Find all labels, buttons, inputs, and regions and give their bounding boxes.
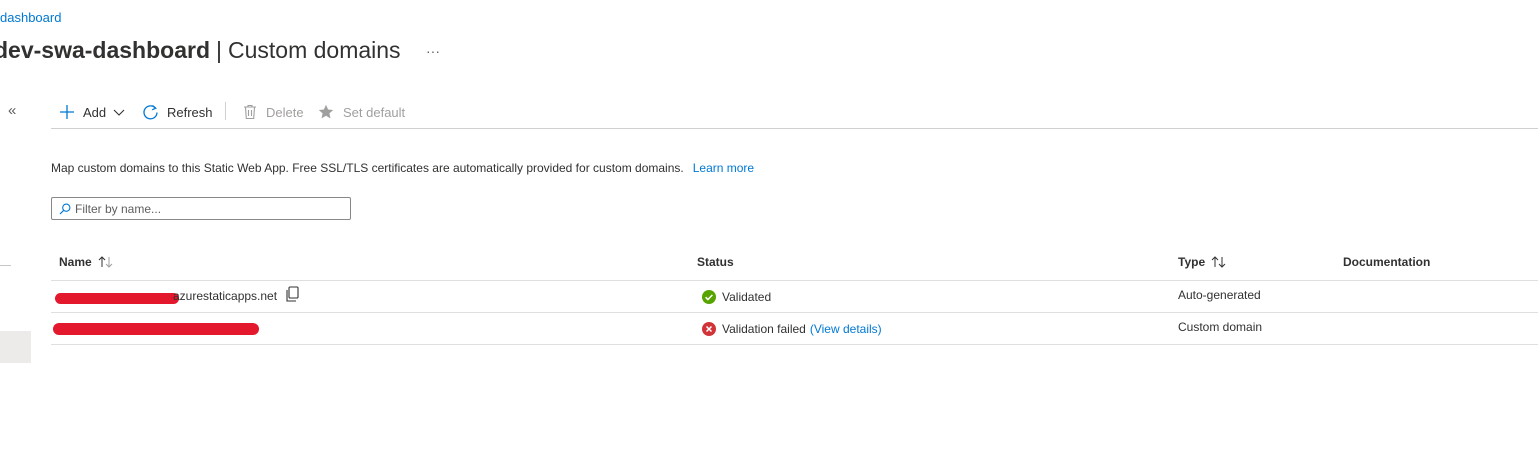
refresh-icon bbox=[142, 104, 159, 121]
sidebar-item-selected[interactable] bbox=[0, 331, 31, 363]
resource-name: dev-swa-dashboard bbox=[0, 37, 210, 63]
column-header-status: Status bbox=[697, 255, 734, 269]
check-circle-icon bbox=[702, 290, 716, 304]
status-text: Validated bbox=[722, 290, 772, 304]
page-name: Custom domains bbox=[227, 37, 401, 63]
collapse-sidebar-button[interactable]: « bbox=[8, 101, 22, 121]
column-header-type[interactable]: Type bbox=[1178, 255, 1227, 269]
more-options-button[interactable]: ··· bbox=[424, 42, 442, 60]
breadcrumb[interactable]: dashboard bbox=[0, 10, 61, 25]
add-button[interactable]: Add bbox=[59, 100, 125, 124]
status-cell: Validation failed (View details) bbox=[702, 322, 882, 336]
redaction-mark bbox=[53, 323, 259, 335]
learn-more-link[interactable]: Learn more bbox=[693, 161, 754, 175]
copy-icon[interactable] bbox=[285, 285, 299, 303]
column-header-documentation: Documentation bbox=[1343, 255, 1430, 269]
sidebar-divider bbox=[0, 265, 11, 266]
domains-table: Name Status Type Documentation azurestat… bbox=[51, 248, 1538, 345]
type-cell: Custom domain bbox=[1178, 320, 1262, 334]
status-text: Validation failed bbox=[722, 322, 806, 336]
add-label: Add bbox=[83, 104, 107, 120]
column-documentation-label: Documentation bbox=[1343, 255, 1431, 269]
redaction-mark bbox=[55, 293, 179, 304]
chevron-down-icon bbox=[113, 106, 125, 118]
delete-button[interactable]: Delete bbox=[243, 100, 304, 124]
column-name-label: Name bbox=[59, 255, 92, 269]
table-header: Name Status Type Documentation bbox=[51, 248, 1538, 281]
command-bar: Add Refresh Delete Set default bbox=[51, 96, 1538, 129]
add-icon bbox=[59, 104, 75, 120]
type-text: Custom domain bbox=[1178, 320, 1263, 334]
column-status-label: Status bbox=[697, 255, 734, 269]
domain-name: azurestaticapps.net bbox=[173, 285, 299, 303]
refresh-label: Refresh bbox=[167, 104, 213, 120]
status-cell: Validated bbox=[702, 290, 771, 304]
set-default-button[interactable]: Set default bbox=[318, 100, 405, 124]
delete-icon bbox=[243, 104, 257, 120]
filter-input[interactable] bbox=[75, 201, 345, 216]
filter-box[interactable] bbox=[51, 197, 351, 220]
table-row[interactable]: azurestaticapps.net Validated Auto-gener… bbox=[51, 281, 1538, 313]
refresh-button[interactable]: Refresh bbox=[142, 100, 213, 124]
custom-domains-page: dashboard dev-swa-dashboard | Custom dom… bbox=[0, 0, 1538, 461]
error-circle-icon bbox=[702, 322, 716, 336]
title-separator: | bbox=[216, 37, 222, 63]
set-default-label: Set default bbox=[343, 104, 406, 120]
toolbar-divider bbox=[225, 102, 226, 120]
sort-icon[interactable] bbox=[1211, 256, 1227, 268]
column-type-label: Type bbox=[1178, 255, 1206, 269]
sort-icon[interactable] bbox=[98, 256, 114, 268]
view-details-link[interactable]: (View details) bbox=[810, 322, 882, 336]
description-text: Map custom domains to this Static Web Ap… bbox=[51, 161, 684, 175]
column-header-name[interactable]: Name bbox=[59, 255, 114, 269]
page-title: dev-swa-dashboard | Custom domains bbox=[0, 37, 401, 64]
domain-name-text: azurestaticapps.net bbox=[173, 289, 278, 303]
delete-label: Delete bbox=[266, 104, 304, 120]
table-row[interactable]: Validation failed (View details) Custom … bbox=[51, 313, 1538, 345]
type-text: Auto-generated bbox=[1178, 288, 1261, 302]
search-icon bbox=[52, 203, 71, 215]
star-icon bbox=[318, 104, 334, 120]
page-description: Map custom domains to this Static Web Ap… bbox=[51, 161, 754, 175]
type-cell: Auto-generated bbox=[1178, 288, 1261, 302]
